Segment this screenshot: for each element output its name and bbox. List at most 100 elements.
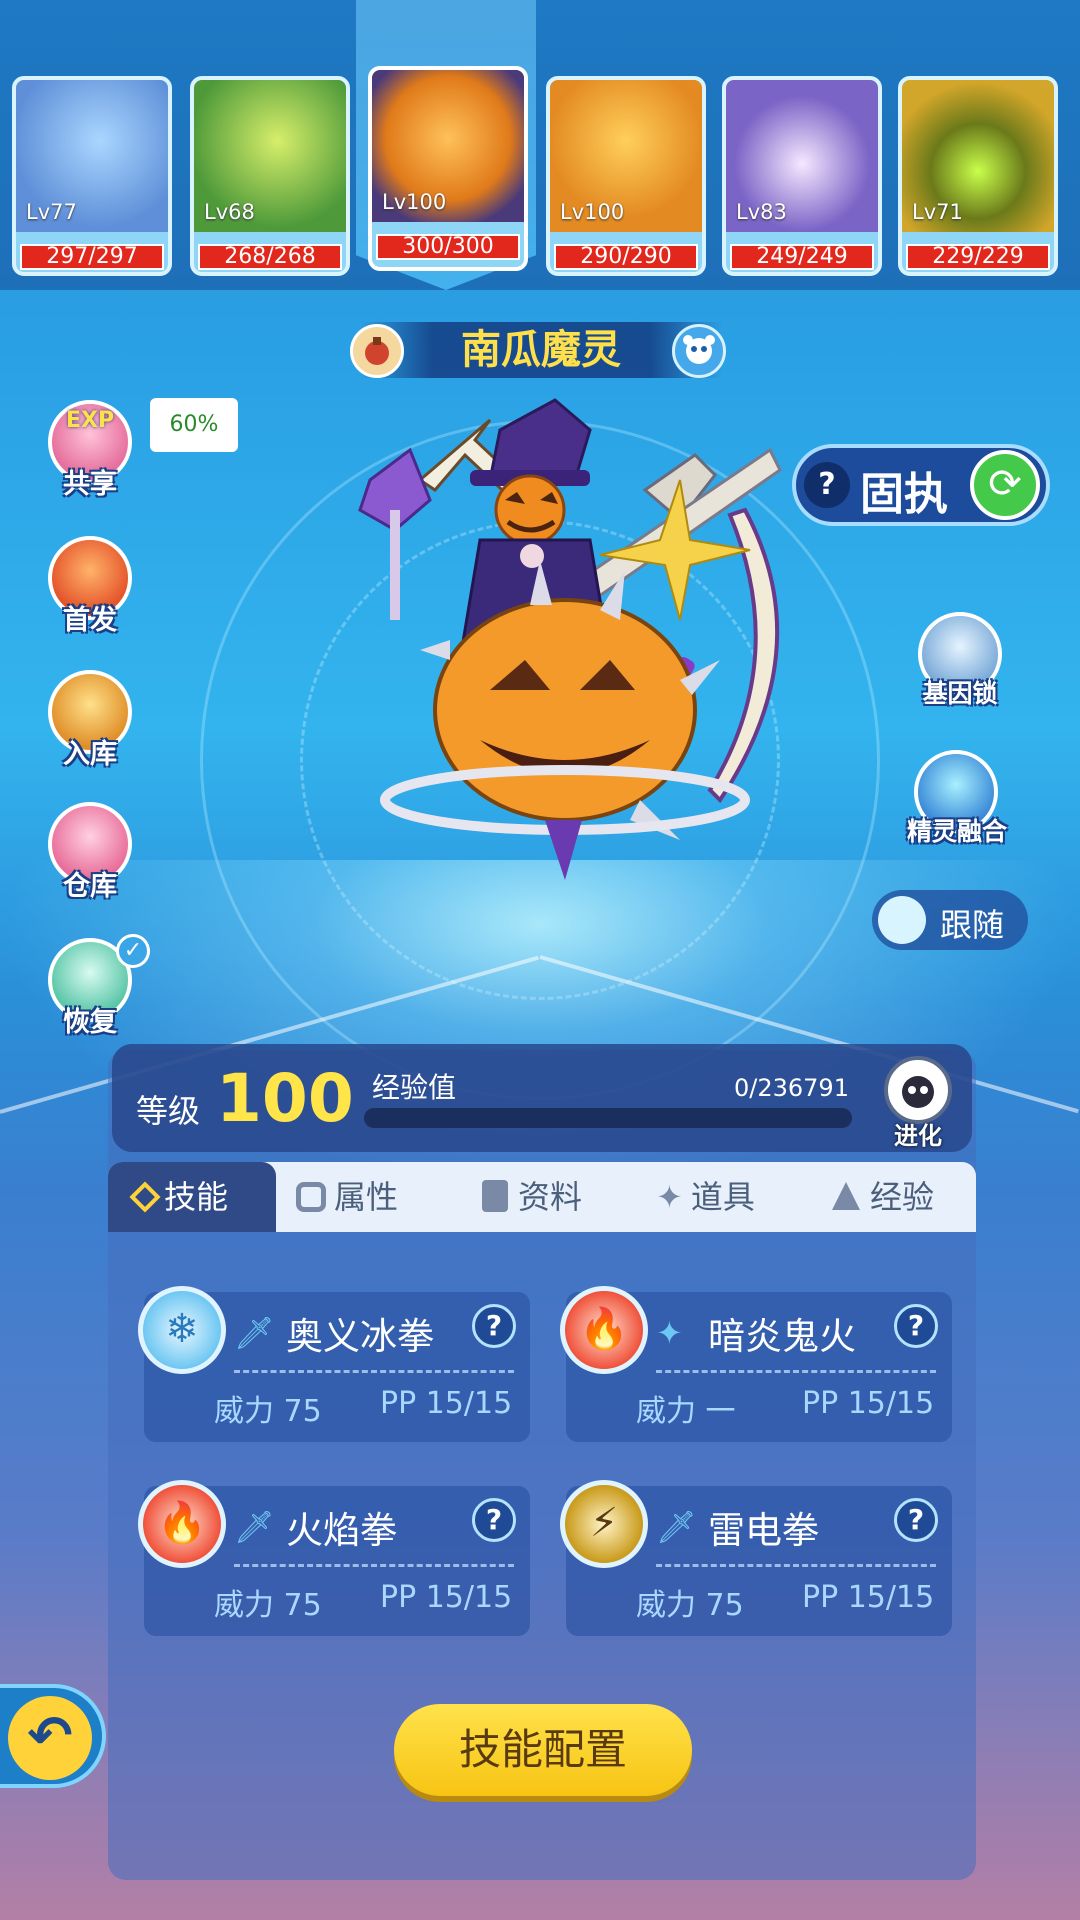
team-pet-1[interactable]: Lv77 297/297: [12, 76, 172, 276]
tab-items[interactable]: ✦ 道具: [656, 1162, 806, 1232]
skill-card[interactable]: ❄ 🗡 奥义冰拳 ? 威力 75 PP 15/15: [138, 1286, 530, 1442]
nature-help-icon[interactable]: ?: [804, 462, 850, 508]
exp-value: 0/236791: [734, 1074, 849, 1102]
tab-profile[interactable]: 资料: [482, 1162, 632, 1232]
pet-hp-bar: 229/229: [906, 244, 1050, 270]
tab-experience[interactable]: 经验: [832, 1162, 976, 1232]
tab-label: 技能: [164, 1178, 229, 1216]
skill-divider: [234, 1370, 514, 1373]
nature-label: 固执: [860, 469, 948, 520]
physical-attack-icon: 🗡: [234, 1508, 275, 1546]
skill-help-icon[interactable]: ?: [472, 1498, 516, 1542]
skill-name: 火焰拳: [286, 1509, 397, 1552]
skill-card[interactable]: ⚡ 🗡 雷电拳 ? 威力 75 PP 15/15: [560, 1480, 952, 1636]
skill-name: 奥义冰拳: [286, 1315, 434, 1358]
exp-badge: EXP: [66, 408, 115, 433]
pet-level: Lv71: [912, 200, 963, 224]
skill-divider: [234, 1564, 514, 1567]
team-pet-6[interactable]: Lv71 229/229: [898, 76, 1058, 276]
tab-label: 经验: [870, 1178, 935, 1216]
team-pet-2[interactable]: Lv68 268/268: [190, 76, 350, 276]
pet-hp-bar: 300/300: [376, 234, 520, 260]
fire-type-icon: 🔥: [560, 1286, 648, 1374]
exp-share-percent: 60%: [169, 412, 219, 437]
nature-badge[interactable]: ? 固执 ⟳: [792, 444, 1050, 526]
tab-label: 道具: [690, 1178, 755, 1216]
skill-power: 威力 75: [636, 1588, 744, 1623]
skill-help-icon[interactable]: ?: [472, 1304, 516, 1348]
skill-power: 威力 75: [214, 1394, 322, 1429]
team-pet-4[interactable]: Lv100 290/290: [546, 76, 706, 276]
skill-card[interactable]: 🔥 ✦ 暗炎鬼火 ? 威力 一 PP 15/15: [560, 1286, 952, 1442]
spirit-fusion-label: 精灵融合: [906, 817, 1007, 846]
evolve-label: 进化: [894, 1122, 942, 1150]
tab-label: 属性: [334, 1178, 399, 1216]
level-label: 等级: [136, 1092, 201, 1130]
first-launch-label: 首发: [63, 605, 117, 636]
skill-name: 雷电拳: [708, 1509, 819, 1552]
pet-level: Lv77: [26, 200, 77, 224]
skill-pp: PP 15/15: [802, 1580, 935, 1615]
physical-attack-icon: 🗡: [234, 1314, 275, 1352]
team-pet-3[interactable]: Lv100 300/300: [368, 66, 528, 271]
tab-attributes[interactable]: 属性: [296, 1162, 446, 1232]
skill-divider: [656, 1564, 936, 1567]
warehouse-label: 仓库: [63, 871, 117, 902]
items-tab-icon: ✦: [656, 1178, 683, 1216]
tab-skills[interactable]: 技能: [108, 1162, 276, 1232]
fire-type-icon: 🔥: [138, 1480, 226, 1568]
pet-level: Lv100: [560, 200, 625, 224]
special-attack-icon: ✦: [656, 1314, 683, 1352]
experience-tab-icon: [832, 1182, 860, 1210]
follow-toggle[interactable]: 跟随: [872, 890, 1028, 950]
attributes-tab-icon: [296, 1182, 326, 1212]
follow-label: 跟随: [940, 906, 1005, 944]
pumpkin-monster-illustration[interactable]: [300, 360, 860, 920]
store-label: 入库: [63, 739, 117, 770]
store-button[interactable]: 入库: [40, 670, 140, 780]
skill-pp: PP 15/15: [802, 1386, 935, 1421]
back-button[interactable]: ↶: [0, 1684, 106, 1788]
gene-lock-button[interactable]: 基因锁: [900, 612, 1020, 722]
gene-lock-label: 基因锁: [922, 679, 998, 708]
skill-help-icon[interactable]: ?: [894, 1304, 938, 1348]
physical-attack-icon: 🗡: [656, 1508, 697, 1546]
electric-type-icon: ⚡: [560, 1480, 648, 1568]
exp-share-button[interactable]: EXP 共享: [40, 400, 140, 510]
skill-name: 暗炎鬼火: [708, 1315, 856, 1358]
back-arrow-icon: ↶: [8, 1696, 92, 1780]
evolve-button[interactable]: 进化: [876, 1050, 960, 1150]
pet-hp-bar: 268/268: [198, 244, 342, 270]
level-bar: 等级 100 经验值 0/236791 进化: [112, 1044, 972, 1152]
skill-pp: PP 15/15: [380, 1580, 513, 1615]
skill-help-icon[interactable]: ?: [894, 1498, 938, 1542]
ice-type-icon: ❄: [138, 1286, 226, 1374]
exp-progress-bar: [364, 1108, 852, 1128]
pet-level: Lv100: [382, 190, 447, 214]
tab-label: 资料: [518, 1178, 583, 1216]
exp-share-label: 共享: [63, 469, 117, 500]
recover-label: 恢复: [63, 1007, 117, 1038]
skill-pp: PP 15/15: [380, 1386, 513, 1421]
pet-hp-bar: 290/290: [554, 244, 698, 270]
evolve-icon: [884, 1056, 952, 1124]
skills-tab-icon: [129, 1181, 161, 1213]
skill-config-button[interactable]: 技能配置: [394, 1704, 692, 1796]
team-pet-5[interactable]: Lv83 249/249: [722, 76, 882, 276]
exp-share-tooltip: 60%: [150, 398, 238, 452]
pet-hp-bar: 297/297: [20, 244, 164, 270]
skill-power: 威力 75: [214, 1588, 322, 1623]
pet-level: Lv83: [736, 200, 787, 224]
refresh-icon[interactable]: ⟳: [970, 450, 1040, 520]
check-icon: ✓: [116, 934, 150, 968]
pet-level: Lv68: [204, 200, 255, 224]
first-launch-button[interactable]: 首发: [40, 536, 140, 646]
recover-button[interactable]: ✓ 恢复: [40, 934, 150, 1048]
detail-tabs: 技能 属性 资料 ✦ 道具 经验: [108, 1162, 976, 1232]
pet-hp-bar: 249/249: [730, 244, 874, 270]
spirit-fusion-button[interactable]: 精灵融合: [882, 750, 1032, 860]
skill-divider: [656, 1370, 936, 1373]
skill-card[interactable]: 🔥 🗡 火焰拳 ? 威力 75 PP 15/15: [138, 1480, 530, 1636]
skill-power: 威力 一: [636, 1394, 736, 1429]
warehouse-button[interactable]: 仓库: [40, 802, 140, 912]
